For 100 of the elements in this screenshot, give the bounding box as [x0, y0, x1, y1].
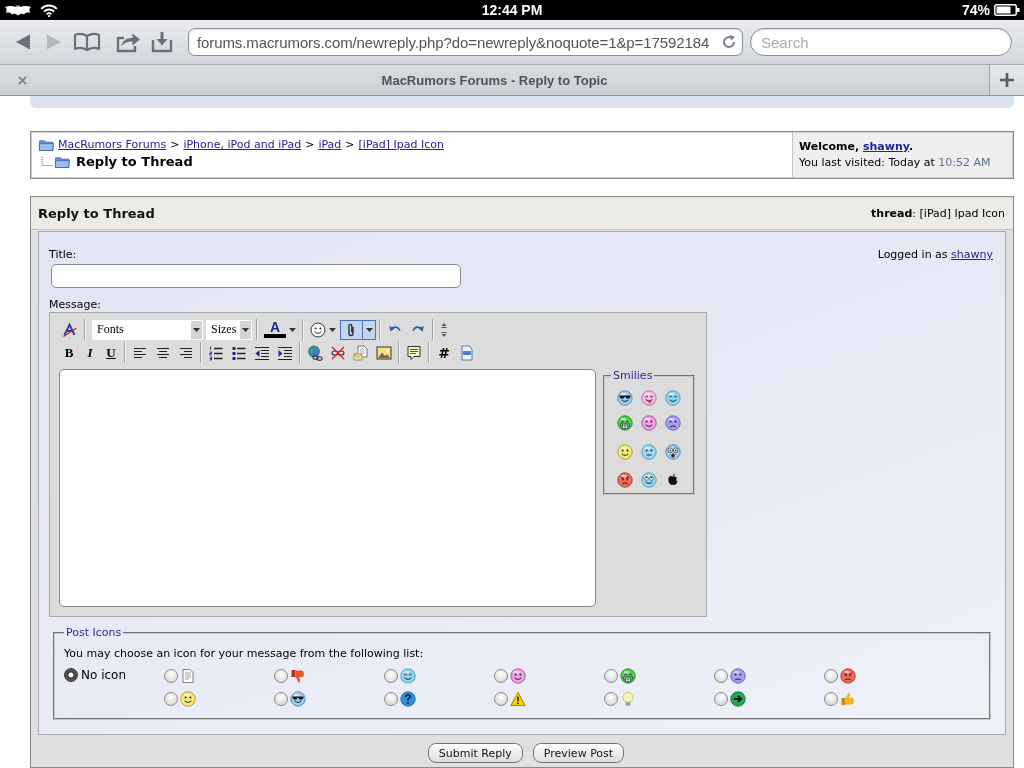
new-tab-button[interactable] — [989, 65, 1024, 95]
url-field[interactable]: forums.macrumors.com/newreply.php?do=newreply&noquote=1&p=17592184 — [188, 28, 743, 56]
grinning-face-icon[interactable] — [617, 414, 633, 431]
post-icons-hint: You may choose an icon for your message from the following list: — [64, 647, 425, 661]
underline-button[interactable]: U — [101, 342, 121, 363]
radio-button[interactable] — [824, 668, 838, 683]
back-icon[interactable] — [14, 33, 32, 51]
color-swatch-icon — [264, 334, 286, 338]
warning-icon — [510, 690, 526, 707]
eye-roll-face-icon[interactable] — [641, 472, 657, 489]
document-icon — [180, 667, 196, 684]
smiley-icon — [310, 321, 326, 338]
radio-button[interactable] — [64, 668, 78, 682]
angry-face-icon — [840, 667, 856, 684]
smiling-face-icon[interactable] — [617, 443, 633, 460]
username-link[interactable]: shawny — [951, 248, 993, 261]
browser-tab[interactable]: MacRumors Forums - Reply to Topic — [0, 65, 989, 95]
post-icons-legend: Post Icons — [64, 626, 124, 639]
attach-button[interactable] — [340, 319, 376, 340]
confused-face-icon[interactable] — [641, 443, 657, 460]
smilies-button[interactable] — [307, 319, 339, 340]
thumbs-down-icon — [290, 667, 306, 684]
thumbs-up-icon — [840, 690, 856, 707]
radio-button[interactable] — [164, 668, 178, 683]
font-select[interactable]: Fonts — [92, 319, 203, 340]
caret-icon — [242, 327, 249, 332]
unlink-icon — [330, 344, 346, 361]
bold-button[interactable]: B — [59, 342, 79, 363]
option-label: No icon — [81, 668, 126, 682]
username-link[interactable]: shawny — [863, 140, 909, 153]
radio-button[interactable] — [384, 668, 398, 683]
frowning-face-icon[interactable] — [665, 414, 681, 431]
wifi-icon — [40, 3, 58, 17]
question-icon — [400, 690, 416, 707]
numbered-list-icon — [208, 344, 224, 361]
outdent-icon — [254, 344, 270, 361]
caret-icon — [329, 327, 336, 332]
radio-button[interactable] — [494, 668, 508, 683]
reload-icon[interactable] — [721, 34, 737, 50]
smilies-legend: Smilies — [611, 369, 655, 382]
email-icon — [353, 344, 369, 361]
radio-button[interactable] — [714, 668, 728, 683]
resize-icon — [440, 321, 448, 338]
battery-percent: 74% — [961, 2, 990, 18]
wide-eyed-face-icon[interactable] — [665, 443, 681, 460]
caret-icon — [366, 327, 373, 332]
page-title: Reply to Thread — [76, 154, 193, 169]
remove-format-icon — [62, 321, 78, 338]
radio-button[interactable] — [824, 691, 838, 706]
share-icon[interactable] — [115, 31, 141, 53]
angry-face-icon[interactable] — [617, 472, 633, 489]
bat-logo-icon — [4, 4, 32, 16]
caret-icon — [193, 327, 200, 332]
search-field[interactable]: Search — [750, 28, 1012, 56]
submit-button[interactable]: Submit Reply — [427, 743, 523, 763]
radio-button[interactable] — [274, 691, 288, 706]
radio-button[interactable] — [604, 668, 618, 683]
bullet-list-icon — [231, 344, 247, 361]
hash-button[interactable]: # — [433, 342, 455, 363]
radio-button[interactable] — [714, 691, 728, 706]
radio-button[interactable] — [384, 691, 398, 706]
sunglasses-face-icon[interactable] — [617, 390, 633, 406]
smiling-face-icon — [180, 690, 196, 707]
italic-button[interactable]: I — [80, 342, 100, 363]
lightbulb-icon — [620, 690, 636, 707]
battery-icon — [994, 4, 1020, 16]
breadcrumb-separator: > — [170, 138, 180, 151]
message-field[interactable] — [59, 369, 596, 607]
title-field[interactable] — [51, 264, 461, 288]
radio-button[interactable] — [274, 668, 288, 683]
font-color-button[interactable]: A — [261, 319, 299, 340]
size-select[interactable]: Sizes — [206, 319, 252, 340]
last-visit-text: You last visited: Today at 10:52 AM — [799, 156, 992, 169]
plus-icon — [1000, 73, 1014, 87]
radio-button[interactable] — [604, 691, 618, 706]
tree-line-icon — [41, 156, 53, 167]
smiling-face-icon[interactable] — [641, 414, 657, 431]
closed-eyes-face-icon[interactable] — [665, 390, 681, 406]
frowning-face-icon — [730, 667, 746, 684]
book-icon[interactable] — [73, 32, 101, 52]
breadcrumb-link[interactable]: MacRumors Forums — [58, 138, 167, 151]
message-label: Message: — [49, 298, 102, 312]
title-label: Title: — [49, 248, 78, 262]
preview-button[interactable]: Preview Post — [532, 743, 625, 763]
radio-button[interactable] — [164, 691, 178, 706]
logged-in-text: Logged in as shawny — [877, 248, 993, 262]
welcome-text: Welcome, shawny. — [799, 140, 915, 153]
panel-title: Reply to Thread — [38, 206, 155, 221]
breadcrumb-link[interactable]: iPhone, iPod and iPad — [183, 138, 302, 151]
breadcrumb-link[interactable]: [iPad] Ipad Icon — [358, 138, 444, 151]
thread-info: thread: [iPad] Ipad Icon — [871, 207, 1005, 220]
close-icon[interactable] — [18, 75, 27, 85]
tongue-face-icon[interactable] — [641, 390, 657, 406]
image-icon — [376, 344, 392, 361]
radio-button[interactable] — [494, 691, 508, 706]
breadcrumb-link[interactable]: iPad — [318, 138, 342, 151]
folder-icon — [55, 155, 70, 168]
download-tray-icon[interactable] — [151, 31, 173, 53]
clock-text: 12:44 PM — [481, 2, 543, 18]
arrow-right-icon — [730, 690, 746, 707]
